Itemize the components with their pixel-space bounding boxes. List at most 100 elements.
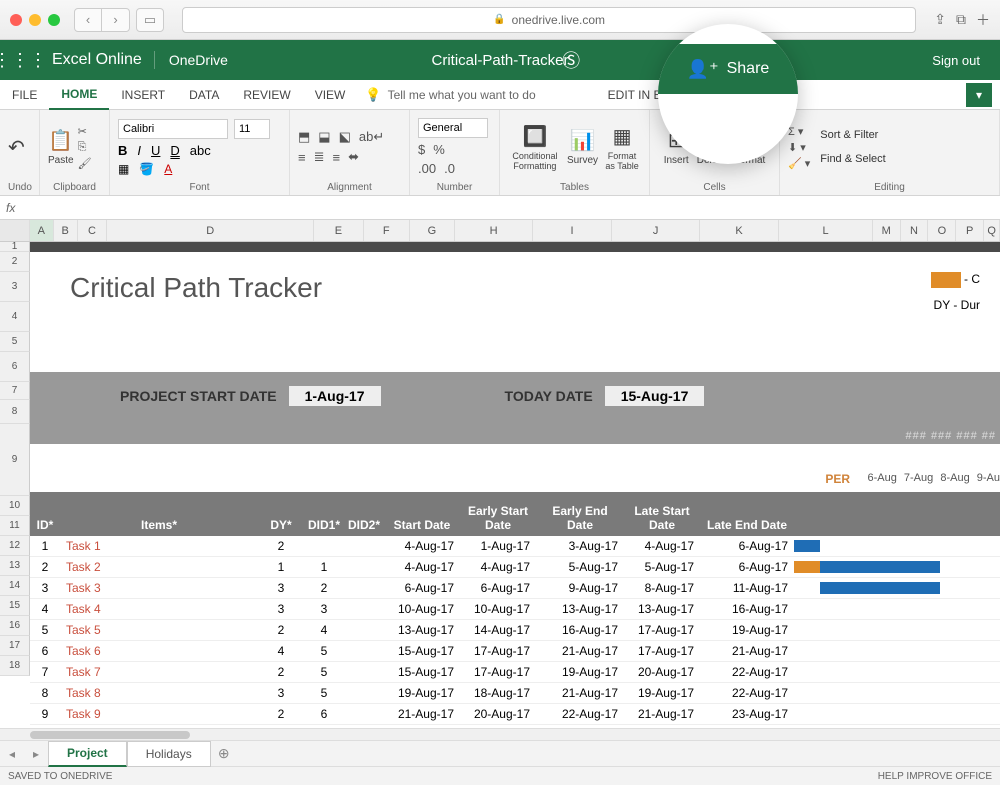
italic-button[interactable]: I [137,143,141,158]
gantt-cell[interactable] [794,580,1000,596]
cell-start-date[interactable]: 21-Aug-17 [384,707,460,721]
share-page-icon[interactable]: ⇪ [934,11,946,28]
horizontal-scrollbar[interactable] [0,728,1000,740]
percent-icon[interactable]: % [433,142,445,157]
cell-late-start[interactable]: 20-Aug-17 [624,665,700,679]
cell-early-start[interactable]: 6-Aug-17 [460,581,536,595]
cell-late-start[interactable]: 4-Aug-17 [624,539,700,553]
th-early-end[interactable]: Early End Date [536,504,624,532]
cell-id[interactable]: 3 [30,581,60,595]
add-sheet-icon[interactable]: ⊕ [211,745,237,762]
decrease-decimal-icon[interactable]: .0 [444,161,455,176]
row-header[interactable]: 17 [0,636,30,656]
cell-did1[interactable]: 6 [304,707,344,721]
col-header-m[interactable]: M [873,220,901,241]
cell-early-start[interactable]: 17-Aug-17 [460,665,536,679]
cell-late-start[interactable]: 17-Aug-17 [624,644,700,658]
col-header-i[interactable]: I [533,220,613,241]
cell-did1[interactable]: 5 [304,665,344,679]
col-header-d[interactable]: D [107,220,314,241]
table-row[interactable]: 6 Task 6 4 5 15-Aug-17 17-Aug-17 21-Aug-… [30,641,1000,662]
cell-id[interactable]: 8 [30,686,60,700]
cell-item[interactable]: Task 6 [60,644,258,658]
app-launcher-icon[interactable]: ⋮⋮⋮ [0,50,40,71]
format-painter-icon[interactable]: 🖌 [78,157,92,170]
tab-scroll-right-icon[interactable]: ▸ [24,747,48,761]
wrap-text-icon[interactable]: ab↵ [359,129,384,145]
tell-me-search[interactable]: 💡 Tell me what you want to do [365,87,535,103]
row-header[interactable]: 8 [0,400,30,424]
cell-dy[interactable]: 2 [258,707,304,721]
spreadsheet-grid[interactable]: 1 2 3 4 5 6 7 8 9 10 11 12 13 14 15 16 1… [0,242,1000,728]
cell-dy[interactable]: 2 [258,665,304,679]
th-late-end[interactable]: Late End Date [700,518,794,532]
row-header[interactable]: 5 [0,332,30,352]
tabs-icon[interactable]: ⧉ [956,11,966,28]
cell-early-start[interactable]: 10-Aug-17 [460,602,536,616]
back-button[interactable]: ‹ [74,8,102,32]
align-right-icon[interactable]: ≡ [333,150,341,165]
col-header-k[interactable]: K [700,220,780,241]
cell-early-end[interactable]: 22-Aug-17 [536,707,624,721]
cell-early-end[interactable]: 21-Aug-17 [536,644,624,658]
cell-id[interactable]: 6 [30,644,60,658]
cell-id[interactable]: 5 [30,623,60,637]
col-header-f[interactable]: F [364,220,410,241]
tab-file[interactable]: FILE [0,80,49,110]
row-header[interactable]: 4 [0,302,30,332]
fill-color-button[interactable]: 🪣 [139,162,154,176]
cell-dy[interactable]: 1 [258,560,304,574]
col-header-l[interactable]: L [779,220,872,241]
cell-early-start[interactable]: 14-Aug-17 [460,623,536,637]
gantt-cell[interactable] [794,685,1000,701]
cell-did1[interactable]: 5 [304,686,344,700]
underline-button[interactable]: U [151,143,160,158]
col-header-o[interactable]: O [928,220,956,241]
row-header[interactable]: 7 [0,382,30,400]
cell-late-end[interactable]: 6-Aug-17 [700,560,794,574]
double-underline-button[interactable]: D [170,143,179,158]
th-did2[interactable]: DID2* [344,518,384,532]
align-top-icon[interactable]: ⬒ [298,129,310,145]
cell-item[interactable]: Task 3 [60,581,258,595]
row-header[interactable]: 15 [0,596,30,616]
tab-view[interactable]: VIEW [303,80,358,110]
cell-early-start[interactable]: 4-Aug-17 [460,560,536,574]
scroll-thumb[interactable] [30,731,190,739]
row-header[interactable]: 12 [0,536,30,556]
table-row[interactable]: 5 Task 5 2 4 13-Aug-17 14-Aug-17 16-Aug-… [30,620,1000,641]
row-header[interactable]: 9 [0,424,30,496]
tab-insert[interactable]: INSERT [109,80,177,110]
col-header-q[interactable]: Q [984,220,1000,241]
cell-start-date[interactable]: 10-Aug-17 [384,602,460,616]
forward-button[interactable]: › [102,8,130,32]
bold-button[interactable]: B [118,143,127,158]
tab-review[interactable]: REVIEW [231,80,302,110]
th-late-start[interactable]: Late Start Date [624,504,700,532]
table-row[interactable]: 1 Task 1 2 4-Aug-17 1-Aug-17 3-Aug-17 4-… [30,536,1000,557]
tab-scroll-left-icon[interactable]: ◂ [0,747,24,761]
cell-late-start[interactable]: 21-Aug-17 [624,707,700,721]
increase-decimal-icon[interactable]: .00 [418,161,436,176]
cell-dy[interactable]: 2 [258,623,304,637]
cell-start-date[interactable]: 15-Aug-17 [384,665,460,679]
cell-start-date[interactable]: 19-Aug-17 [384,686,460,700]
cell-dy[interactable]: 3 [258,581,304,595]
clear-icon[interactable]: 🧹 ▾ [788,157,810,170]
cell-id[interactable]: 9 [30,707,60,721]
autosum-icon[interactable]: Σ ▾ [788,125,810,138]
col-header-e[interactable]: E [314,220,364,241]
cell-early-end[interactable]: 13-Aug-17 [536,602,624,616]
cell-late-end[interactable]: 21-Aug-17 [700,644,794,658]
tab-data[interactable]: DATA [177,80,231,110]
cell-late-start[interactable]: 5-Aug-17 [624,560,700,574]
row-header[interactable]: 14 [0,576,30,596]
number-format-select[interactable] [418,118,488,138]
table-row[interactable]: 8 Task 8 3 5 19-Aug-17 18-Aug-17 21-Aug-… [30,683,1000,704]
col-header-j[interactable]: J [612,220,699,241]
cell-did1[interactable]: 5 [304,644,344,658]
th-id[interactable]: ID* [30,518,60,532]
minimize-window-icon[interactable] [29,14,41,26]
col-header-n[interactable]: N [901,220,929,241]
cell-dy[interactable]: 4 [258,644,304,658]
